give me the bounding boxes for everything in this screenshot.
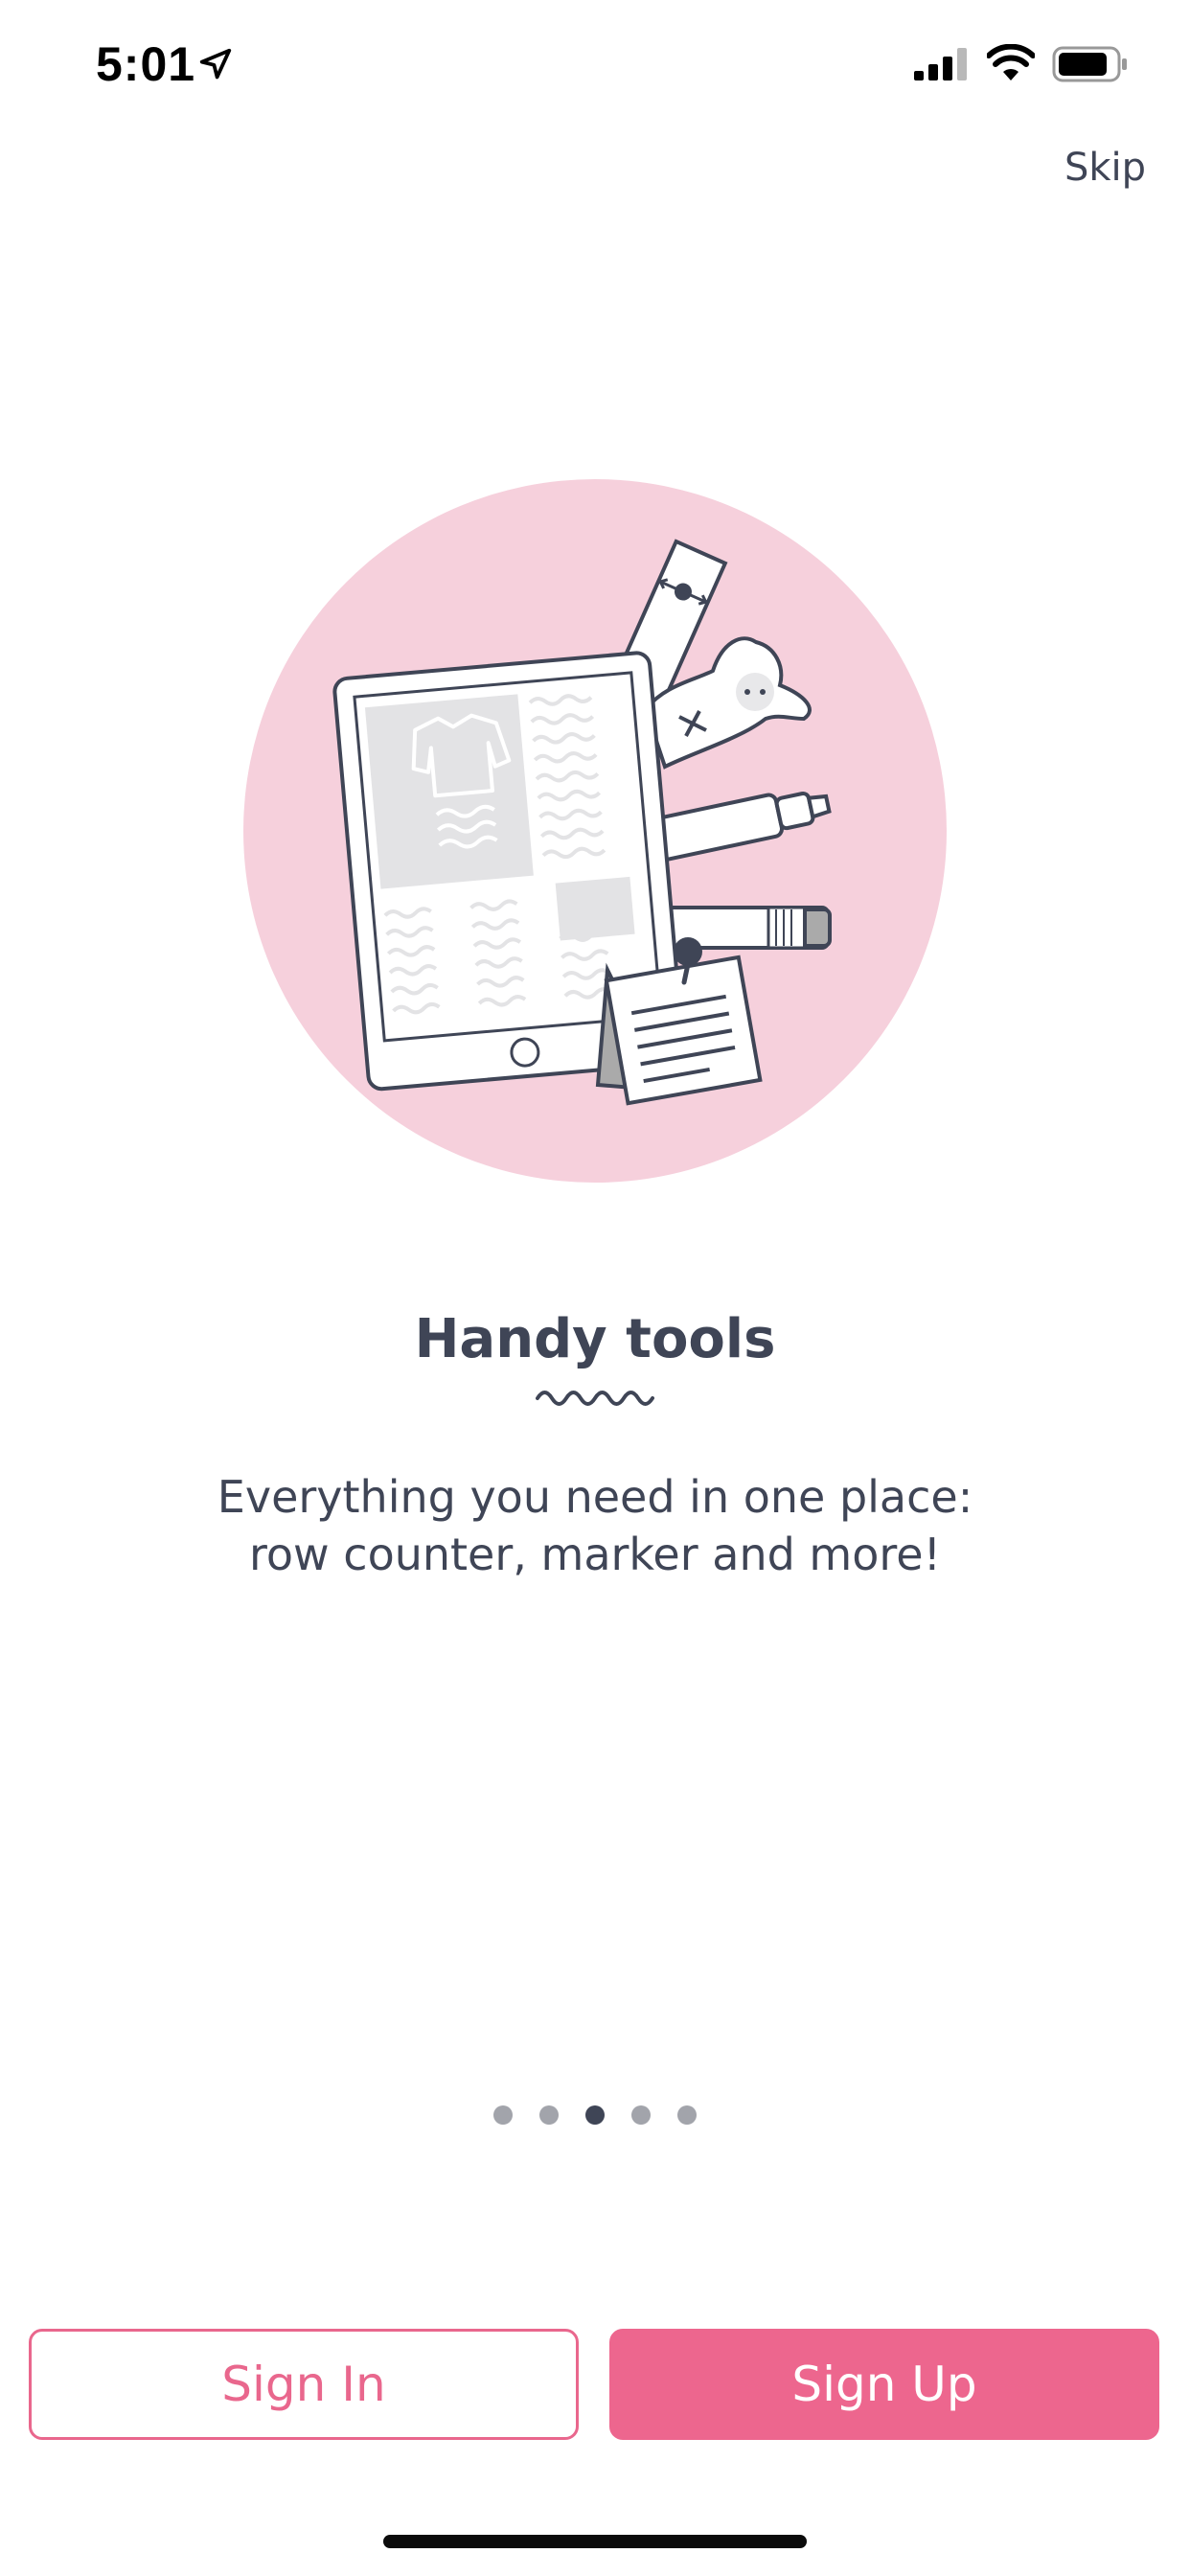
page-dot-active[interactable] xyxy=(585,2105,605,2125)
sign-up-button[interactable]: Sign Up xyxy=(609,2329,1159,2440)
status-time: 5:01 xyxy=(96,37,196,91)
skip-button[interactable]: Skip xyxy=(1064,146,1146,190)
feature-title: Handy tools xyxy=(414,1308,776,1370)
status-bar: 5:01 xyxy=(0,0,1190,134)
cellular-signal-icon xyxy=(914,48,967,80)
page-dot[interactable] xyxy=(539,2105,559,2125)
battery-icon xyxy=(1052,46,1127,82)
home-indicator[interactable] xyxy=(383,2535,807,2548)
page-dot[interactable] xyxy=(493,2105,513,2125)
wifi-icon xyxy=(987,44,1035,80)
feature-description-line: Everything you need in one place: xyxy=(217,1471,973,1523)
squiggle-divider-icon xyxy=(536,1391,654,1406)
handy-tools-illustration xyxy=(243,479,947,1183)
sign-in-button[interactable]: Sign In xyxy=(29,2329,579,2440)
feature-description-line: row counter, marker and more! xyxy=(248,1529,942,1580)
feature-description: Everything you need in one place: row co… xyxy=(96,1468,1094,1583)
location-arrow-icon xyxy=(199,48,232,80)
page-dot[interactable] xyxy=(631,2105,651,2125)
page-dot[interactable] xyxy=(677,2105,697,2125)
page-indicator xyxy=(0,2105,1190,2125)
